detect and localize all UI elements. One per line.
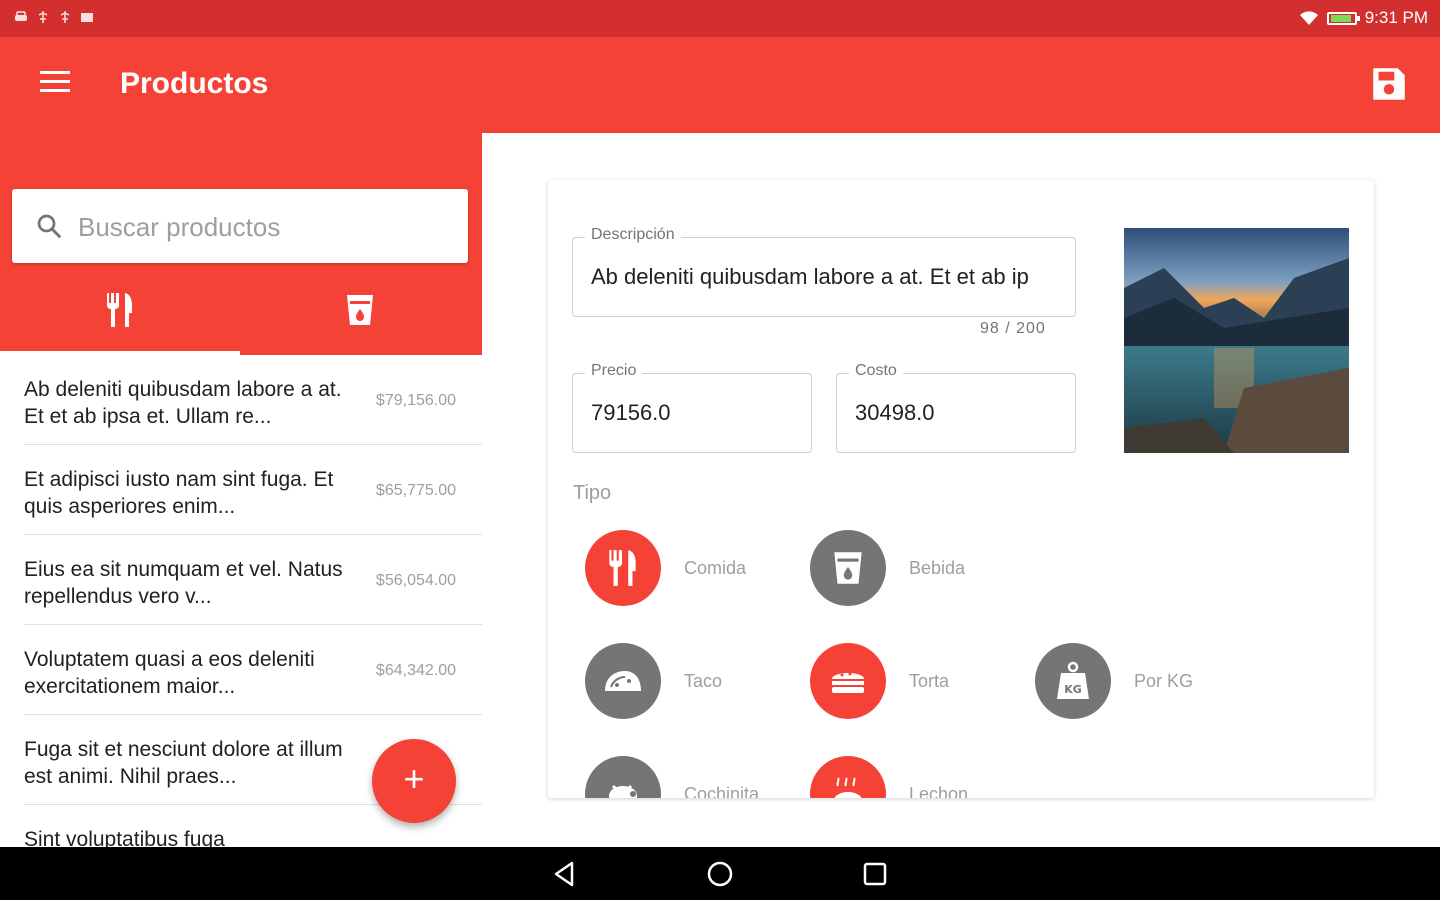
- description-value: Ab deleniti quibusdam labore a at. Et et…: [591, 264, 1029, 289]
- notification-icons: [14, 10, 94, 24]
- battery-icon: [1326, 11, 1360, 25]
- price-value: 79156.0: [591, 400, 671, 425]
- hamburger-icon: [34, 71, 76, 92]
- cup-icon: [347, 295, 373, 325]
- list-header: [0, 133, 482, 355]
- type-toggle: [810, 756, 886, 798]
- system-nav-bar: [0, 847, 1440, 900]
- product-name: Voluptatem quasi a eos deleniti exercita…: [24, 648, 315, 698]
- type-option-taco[interactable]: Taco: [585, 643, 785, 723]
- search-input[interactable]: [78, 207, 448, 247]
- roast-icon: [834, 777, 862, 798]
- page-title: Productos: [120, 67, 269, 100]
- add-product-button[interactable]: +: [372, 739, 456, 823]
- type-toggle: [585, 756, 661, 798]
- price-label: Precio: [585, 362, 643, 380]
- fork-knife-icon: [609, 550, 636, 586]
- usb-icon: [36, 10, 50, 24]
- type-toggle: [810, 530, 886, 606]
- status-bar: 9:31 PM: [0, 0, 1440, 37]
- wifi-icon: [1299, 11, 1318, 25]
- search-box: [12, 189, 468, 263]
- product-name: Et adipisci iusto nam sint fuga. Et quis…: [24, 468, 334, 518]
- product-detail-card: Descripción Ab deleniti quibusdam labore…: [548, 180, 1374, 798]
- status-right: 9:31 PM: [1299, 8, 1428, 28]
- cost-field[interactable]: Costo 30498.0: [836, 362, 1076, 453]
- type-label-lechon: Lechon: [909, 784, 969, 798]
- plus-icon: +: [403, 758, 425, 799]
- type-option-por-kg[interactable]: KG Por KG: [1035, 643, 1235, 723]
- back-button[interactable]: [548, 857, 582, 891]
- taco-icon: [605, 671, 641, 691]
- product-price: $79,156.00: [375, 392, 456, 409]
- type-label-comida: Comida: [684, 558, 747, 578]
- type-option-cochinita[interactable]: Cochinita: [585, 756, 785, 798]
- description-label: Descripción: [585, 226, 681, 244]
- product-name: Fuga sit et nesciunt dolore at illum est…: [24, 738, 343, 788]
- search-icon: [37, 214, 62, 239]
- product-name: Ab deleniti quibusdam labore a at. Et et…: [24, 378, 342, 428]
- type-option-lechon[interactable]: Lechon: [810, 756, 1010, 798]
- product-price: $65,775.00: [375, 482, 456, 499]
- car-icon: [14, 10, 28, 24]
- character-counter: 98 / 200: [980, 320, 1046, 337]
- home-button[interactable]: [703, 857, 737, 891]
- product-name: Eius ea sit numquam et vel. Natus repell…: [24, 558, 343, 608]
- product-price: $64,342.00: [375, 662, 456, 679]
- save-button[interactable]: [1368, 63, 1410, 105]
- cost-value: 30498.0: [855, 400, 935, 425]
- type-toggle: [585, 643, 661, 719]
- type-label-torta: Torta: [909, 671, 950, 691]
- clock: 9:31 PM: [1364, 8, 1428, 27]
- product-image[interactable]: [1124, 228, 1349, 453]
- type-label: Tipo: [573, 482, 612, 504]
- cost-label: Costo: [849, 362, 903, 380]
- home-icon: [707, 861, 733, 887]
- fork-knife-icon: [107, 293, 132, 327]
- tab-bebida[interactable]: [240, 281, 480, 355]
- save-icon: [1373, 68, 1405, 100]
- pig-icon: [609, 784, 637, 798]
- product-name: Sint voluptatibus fuga: [24, 828, 225, 847]
- recents-icon: [863, 862, 887, 886]
- app-bar: Productos: [0, 37, 1440, 133]
- type-option-comida[interactable]: Comida: [585, 530, 785, 610]
- price-field[interactable]: Precio 79156.0: [572, 362, 812, 453]
- svg-text:KG: KG: [1064, 683, 1082, 696]
- type-label-por-kg: Por KG: [1134, 671, 1194, 691]
- back-icon: [554, 861, 574, 887]
- usb-icon-2: [58, 10, 72, 24]
- type-label-bebida: Bebida: [909, 558, 966, 578]
- type-label-taco: Taco: [684, 671, 723, 691]
- weight-icon: KG: [1057, 661, 1089, 699]
- list-item[interactable]: Ab deleniti quibusdam labore a at. Et et…: [24, 355, 482, 445]
- type-toggle: [585, 530, 661, 606]
- recents-button[interactable]: [858, 857, 892, 891]
- landscape-image: [1124, 228, 1349, 453]
- product-price: $56,054.00: [375, 572, 456, 589]
- description-field[interactable]: Descripción Ab deleniti quibusdam labore…: [572, 226, 1076, 317]
- type-toggle: KG: [1035, 643, 1111, 719]
- type-option-torta[interactable]: Torta: [810, 643, 1010, 723]
- sandwich-icon: [832, 672, 864, 693]
- list-item[interactable]: Et adipisci iusto nam sint fuga. Et quis…: [24, 445, 482, 535]
- list-item[interactable]: Eius ea sit numquam et vel. Natus repell…: [24, 535, 482, 625]
- type-label-cochinita: Cochinita: [684, 784, 760, 798]
- list-item[interactable]: Voluptatem quasi a eos deleniti exercita…: [24, 625, 482, 715]
- tab-comida[interactable]: [0, 281, 240, 355]
- image-icon: [80, 10, 94, 24]
- type-option-bebida[interactable]: Bebida: [810, 530, 1010, 610]
- type-toggle: [810, 643, 886, 719]
- menu-button[interactable]: [34, 65, 76, 105]
- cup-icon: [834, 552, 862, 584]
